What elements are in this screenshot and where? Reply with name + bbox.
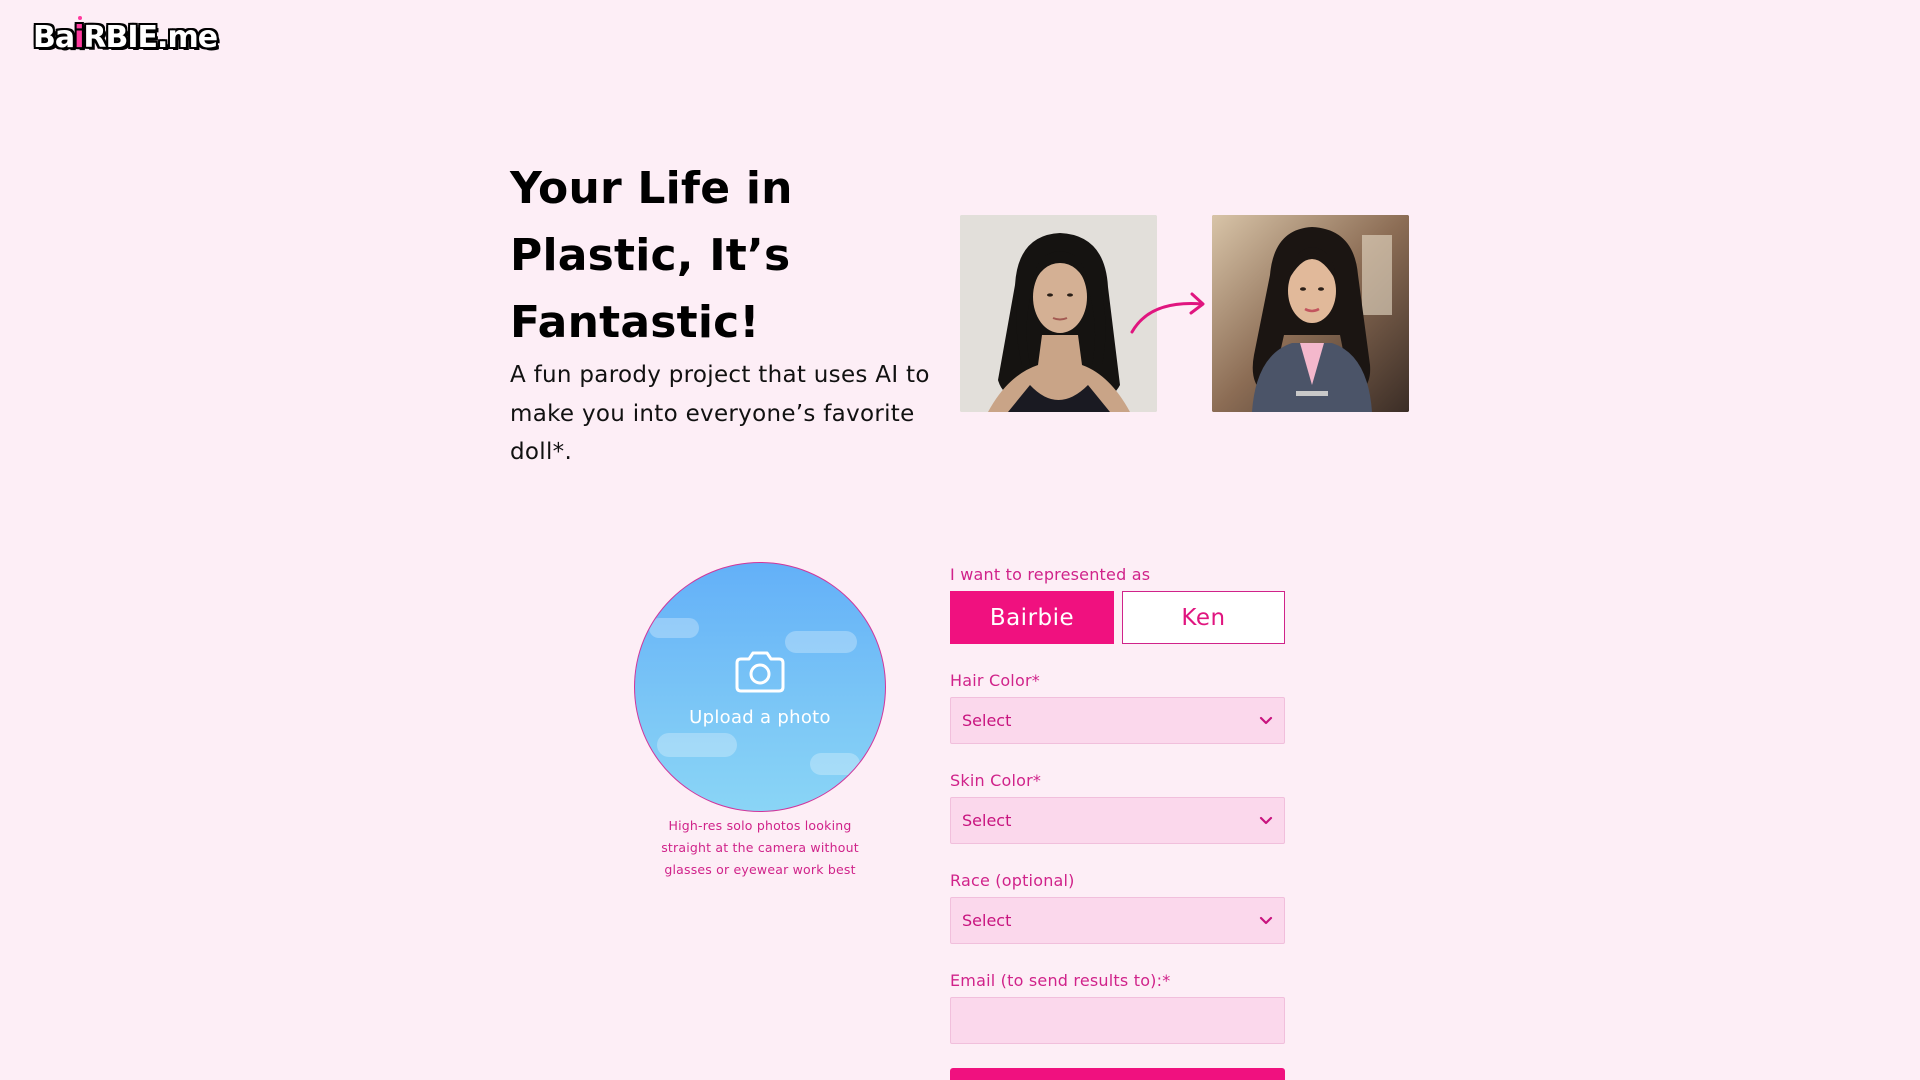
cloud-decoration: [810, 753, 860, 775]
site-logo[interactable]: BaiRBIE.me: [33, 16, 218, 58]
upload-hint-text: High-res solo photos looking straight at…: [661, 818, 859, 877]
logo-sparkle-icon: [78, 16, 82, 20]
upload-photo-button[interactable]: Upload a photo: [634, 562, 886, 812]
chevron-down-icon: [1259, 916, 1273, 925]
skin-color-label: Skin Color*: [950, 771, 1042, 790]
hair-color-value: Select: [962, 711, 1012, 730]
hair-color-label: Hair Color*: [950, 671, 1040, 690]
race-label: Race (optional): [950, 871, 1075, 890]
logo-text-ba: Ba: [33, 20, 75, 55]
race-select[interactable]: Select: [950, 897, 1285, 944]
camera-icon: [735, 651, 785, 693]
chevron-down-icon: [1259, 716, 1273, 725]
submit-button[interactable]: [950, 1068, 1285, 1080]
logo-text-rbie: RBIE.me: [83, 20, 218, 55]
cloud-decoration: [649, 618, 699, 638]
chevron-down-icon: [1259, 816, 1273, 825]
ken-option-button[interactable]: Ken: [1122, 591, 1285, 644]
represent-label: I want to represented as: [950, 565, 1151, 584]
skin-color-value: Select: [962, 811, 1012, 830]
hero-title: Your Life in Plastic, It’s Fantastic!: [510, 163, 793, 348]
race-value: Select: [962, 911, 1012, 930]
skin-color-select[interactable]: Select: [950, 797, 1285, 844]
upload-photo-label: Upload a photo: [689, 707, 831, 728]
example-photo-after: [1212, 215, 1409, 412]
hair-color-select[interactable]: Select: [950, 697, 1285, 744]
transform-arrow-icon: [1130, 292, 1205, 334]
cloud-decoration: [657, 733, 737, 757]
cloud-decoration: [785, 631, 857, 653]
email-input[interactable]: [950, 997, 1285, 1044]
bairbie-option-button[interactable]: Bairbie: [950, 591, 1114, 644]
hero-subtitle: A fun parody project that uses AI to mak…: [510, 362, 930, 465]
email-label: Email (to send results to):*: [950, 971, 1171, 990]
